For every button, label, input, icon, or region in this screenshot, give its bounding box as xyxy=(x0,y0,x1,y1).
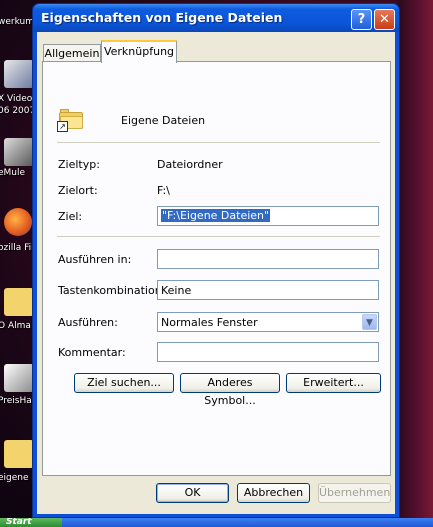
emule-icon[interactable] xyxy=(4,138,34,166)
shortcut-arrow-icon: ↗ xyxy=(57,121,68,132)
folder-icon[interactable] xyxy=(4,440,34,468)
kommentar-input[interactable] xyxy=(157,342,379,362)
tastenkombination-label: Tastenkombination: xyxy=(58,284,166,297)
chevron-down-icon[interactable]: ▼ xyxy=(362,314,377,330)
folder-icon[interactable] xyxy=(4,288,34,316)
close-button[interactable]: ✕ xyxy=(374,9,395,30)
folder-shortcut-icon: ↗ xyxy=(57,109,83,132)
title-bar[interactable]: Eigenschaften von Eigene Dateien ? ✕ xyxy=(33,4,399,32)
ziel-input[interactable]: "F:\Eigene Dateien" xyxy=(157,206,379,226)
desktop-background xyxy=(398,0,433,527)
window-title: Eigenschaften von Eigene Dateien xyxy=(41,10,283,25)
ziel-suchen-button[interactable]: Ziel suchen... xyxy=(74,373,174,393)
abbrechen-button[interactable]: Abbrechen xyxy=(237,483,310,503)
divider xyxy=(57,236,380,237)
zielort-value: F:\ xyxy=(157,184,170,197)
ausfuehren-value: Normales Fenster xyxy=(161,316,258,329)
tab-panel: ↗ Eigene Dateien Zieltyp: Dateiordner Zi… xyxy=(42,61,391,476)
zieltyp-label: Zieltyp: xyxy=(58,158,100,171)
tab-allgemein[interactable]: Allgemein xyxy=(43,44,101,62)
ziel-value: "F:\Eigene Dateien" xyxy=(161,209,271,222)
tastenkombination-input[interactable]: Keine xyxy=(157,280,379,300)
ziel-label: Ziel: xyxy=(58,210,83,223)
divider xyxy=(57,142,380,143)
dialog-client: Allgemein Verknüpfung ↗ Eigene Dateien Z… xyxy=(37,32,395,514)
shortcut-name: Eigene Dateien xyxy=(121,114,206,127)
preishammer-icon[interactable] xyxy=(4,364,34,392)
ausfuehren-label: Ausführen: xyxy=(58,316,118,329)
zieltyp-value: Dateiordner xyxy=(157,158,223,171)
ausfuehren-in-label: Ausführen in: xyxy=(58,253,132,266)
taskbar xyxy=(0,518,433,527)
anderes-symbol-button[interactable]: Anderes Symbol... xyxy=(180,373,280,407)
kommentar-label: Kommentar: xyxy=(58,346,126,359)
erweitert-button[interactable]: Erweitert... xyxy=(286,373,381,393)
ok-button[interactable]: OK xyxy=(156,483,229,503)
ausfuehren-select[interactable]: Normales Fenster ▼ xyxy=(157,312,379,332)
zielort-label: Zielort: xyxy=(58,184,98,197)
tastenkombination-value: Keine xyxy=(161,284,192,297)
uebernehmen-button: Übernehmen xyxy=(318,483,391,503)
video-icon[interactable] xyxy=(4,60,34,88)
start-button[interactable]: Start xyxy=(0,518,62,527)
properties-window: Eigenschaften von Eigene Dateien ? ✕ All… xyxy=(32,3,400,518)
firefox-icon[interactable] xyxy=(4,208,32,236)
ausfuehren-in-input[interactable] xyxy=(157,249,379,269)
tab-verknuepfung[interactable]: Verknüpfung xyxy=(101,40,177,63)
help-button[interactable]: ? xyxy=(351,9,372,30)
